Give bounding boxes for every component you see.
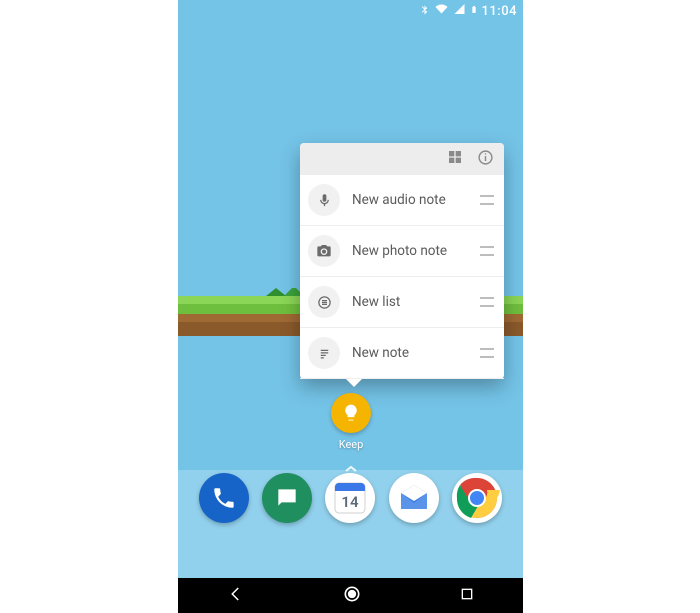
shortcut-new-note[interactable]: New note (300, 328, 504, 379)
phone-screen: 11:04 (178, 0, 523, 613)
nav-bar (178, 578, 523, 613)
app-messages[interactable] (262, 473, 312, 523)
shortcut-label: New note (352, 345, 480, 361)
app-chrome[interactable] (452, 473, 502, 523)
mic-icon (308, 184, 340, 216)
shortcut-label: New audio note (352, 192, 480, 208)
nav-home[interactable] (342, 584, 362, 608)
app-phone[interactable] (199, 473, 249, 523)
shortcut-new-list[interactable]: New list (300, 277, 504, 328)
app-shortcuts-popup: New audio note New photo note New list (300, 143, 504, 379)
nav-back[interactable] (227, 585, 245, 607)
popup-header (300, 143, 504, 175)
dock: 14 (178, 470, 523, 578)
note-icon (308, 337, 340, 369)
widgets-icon[interactable] (447, 149, 463, 169)
app-calendar[interactable]: 14 (325, 473, 375, 523)
nav-recents[interactable] (459, 586, 475, 606)
shortcut-label: New list (352, 294, 480, 310)
drag-handle-icon[interactable] (480, 195, 494, 205)
keep-icon (331, 393, 371, 433)
drag-handle-icon[interactable] (480, 246, 494, 256)
drag-handle-icon[interactable] (480, 348, 494, 358)
list-icon (308, 286, 340, 318)
battery-icon (470, 3, 478, 20)
app-keep[interactable]: Keep (331, 393, 371, 451)
info-icon[interactable] (477, 149, 494, 170)
status-bar: 11:04 (178, 0, 523, 22)
app-label: Keep (331, 438, 371, 451)
app-inbox[interactable] (389, 473, 439, 523)
shortcut-new-audio-note[interactable]: New audio note (300, 175, 504, 226)
wifi-icon (434, 3, 449, 19)
status-clock: 11:04 (482, 4, 517, 19)
calendar-day: 14 (342, 493, 360, 511)
shortcut-label: New photo note (352, 243, 480, 259)
shortcut-new-photo-note[interactable]: New photo note (300, 226, 504, 277)
camera-icon (308, 235, 340, 267)
popup-pointer (346, 379, 362, 387)
signal-icon (453, 3, 466, 19)
drag-handle-icon[interactable] (480, 297, 494, 307)
bluetooth-icon (419, 2, 430, 20)
